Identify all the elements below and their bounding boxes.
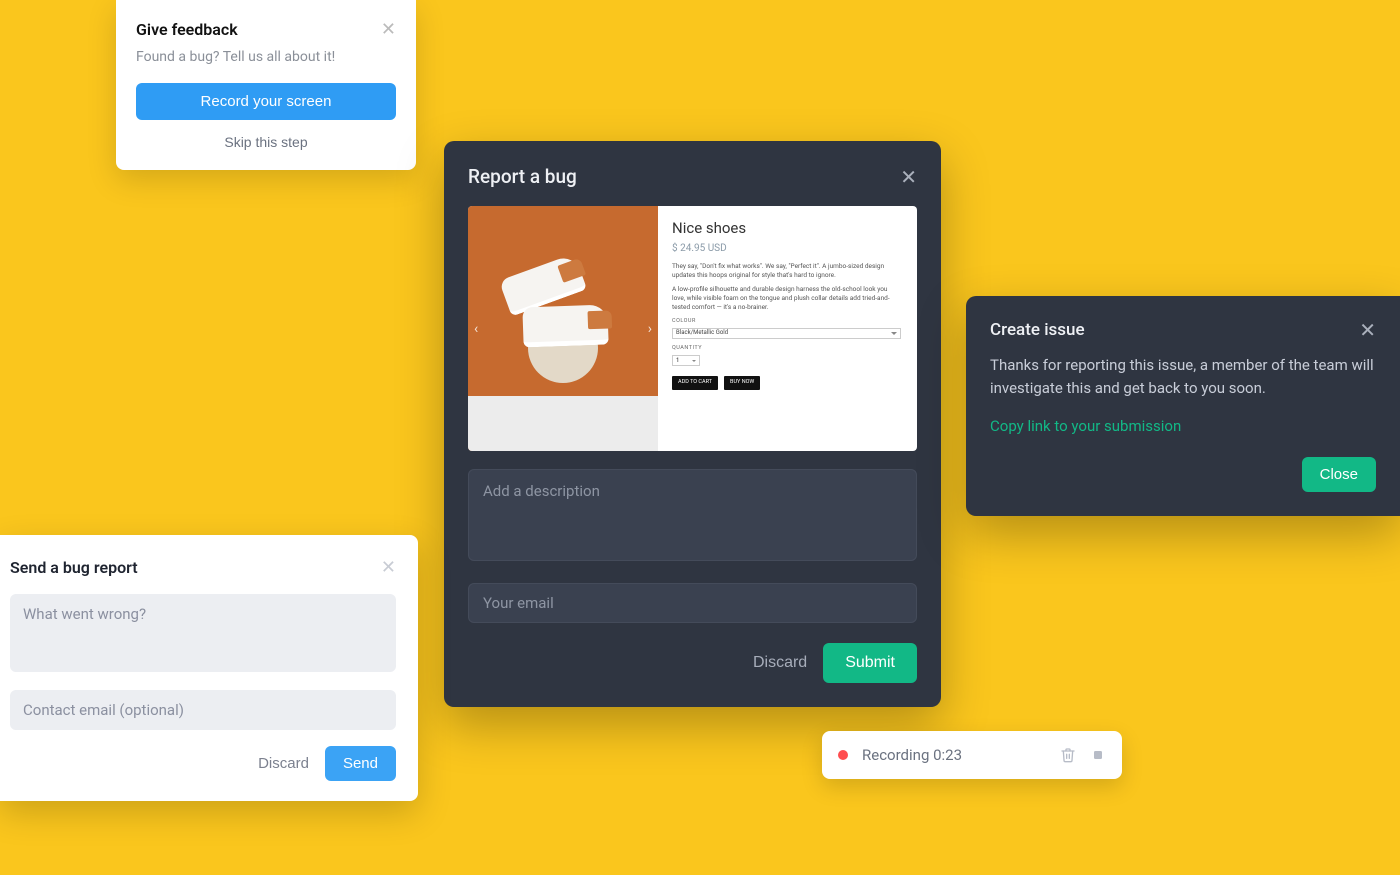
colour-label: COLOUR bbox=[672, 318, 901, 325]
close-icon[interactable]: ✕ bbox=[381, 557, 396, 578]
colour-select: Black/Metallic Gold bbox=[672, 328, 901, 339]
issue-body: Thanks for reporting this issue, a membe… bbox=[990, 354, 1376, 399]
product-price: $ 24.95 USD bbox=[672, 242, 901, 256]
chevron-left-icon: ‹ bbox=[474, 321, 478, 337]
feedback-title: Give feedback bbox=[136, 20, 238, 39]
chevron-right-icon: › bbox=[648, 321, 652, 337]
trash-icon[interactable] bbox=[1060, 747, 1076, 763]
close-icon[interactable]: ✕ bbox=[1359, 320, 1376, 340]
close-button[interactable]: Close bbox=[1302, 457, 1376, 492]
what-went-wrong-input[interactable] bbox=[10, 594, 396, 672]
give-feedback-panel: Give feedback ✕ Found a bug? Tell us all… bbox=[116, 0, 416, 170]
product-title: Nice shoes bbox=[672, 218, 901, 238]
copy-link[interactable]: Copy link to your submission bbox=[990, 417, 1181, 435]
send-bug-report-panel: Send a bug report ✕ Discard Send bbox=[0, 535, 418, 801]
screenshot-product-image: ‹ › bbox=[468, 206, 658, 451]
send-button[interactable]: Send bbox=[325, 746, 396, 781]
report-title: Report a bug bbox=[468, 165, 577, 188]
issue-title: Create issue bbox=[990, 320, 1085, 340]
discard-button[interactable]: Discard bbox=[753, 654, 807, 672]
close-icon[interactable]: ✕ bbox=[900, 167, 917, 187]
skip-step-button[interactable]: Skip this step bbox=[136, 134, 396, 150]
recording-pill: Recording 0:23 bbox=[822, 731, 1122, 779]
screenshot-product-details: Nice shoes $ 24.95 USD They say, "Don't … bbox=[658, 206, 917, 451]
send-title: Send a bug report bbox=[10, 558, 138, 577]
recording-status-text: Recording 0:23 bbox=[862, 746, 1046, 764]
record-screen-button[interactable]: Record your screen bbox=[136, 83, 396, 120]
product-description-1: They say, "Don't fix what works". We say… bbox=[672, 262, 901, 280]
buy-now-button: BUY NOW bbox=[724, 376, 760, 389]
product-description-2: A low-profile silhouette and durable des… bbox=[672, 285, 901, 311]
quantity-label: QUANTITY bbox=[672, 345, 901, 352]
create-issue-panel: Create issue ✕ Thanks for reporting this… bbox=[966, 296, 1400, 516]
discard-button[interactable]: Discard bbox=[258, 755, 309, 772]
record-indicator-icon bbox=[838, 750, 848, 760]
feedback-subtitle: Found a bug? Tell us all about it! bbox=[136, 49, 396, 65]
report-bug-panel: Report a bug ✕ ‹ › Nice shoes $ 24.95 US… bbox=[444, 141, 941, 707]
email-input[interactable] bbox=[468, 583, 917, 623]
close-icon[interactable]: ✕ bbox=[381, 21, 396, 39]
stop-icon[interactable] bbox=[1090, 747, 1106, 763]
screenshot-preview: ‹ › Nice shoes $ 24.95 USD They say, "Do… bbox=[468, 206, 917, 451]
quantity-stepper: 1 bbox=[672, 355, 700, 366]
contact-email-input[interactable] bbox=[10, 690, 396, 730]
submit-button[interactable]: Submit bbox=[823, 643, 917, 683]
description-input[interactable] bbox=[468, 469, 917, 561]
add-to-cart-button: ADD TO CART bbox=[672, 376, 718, 389]
